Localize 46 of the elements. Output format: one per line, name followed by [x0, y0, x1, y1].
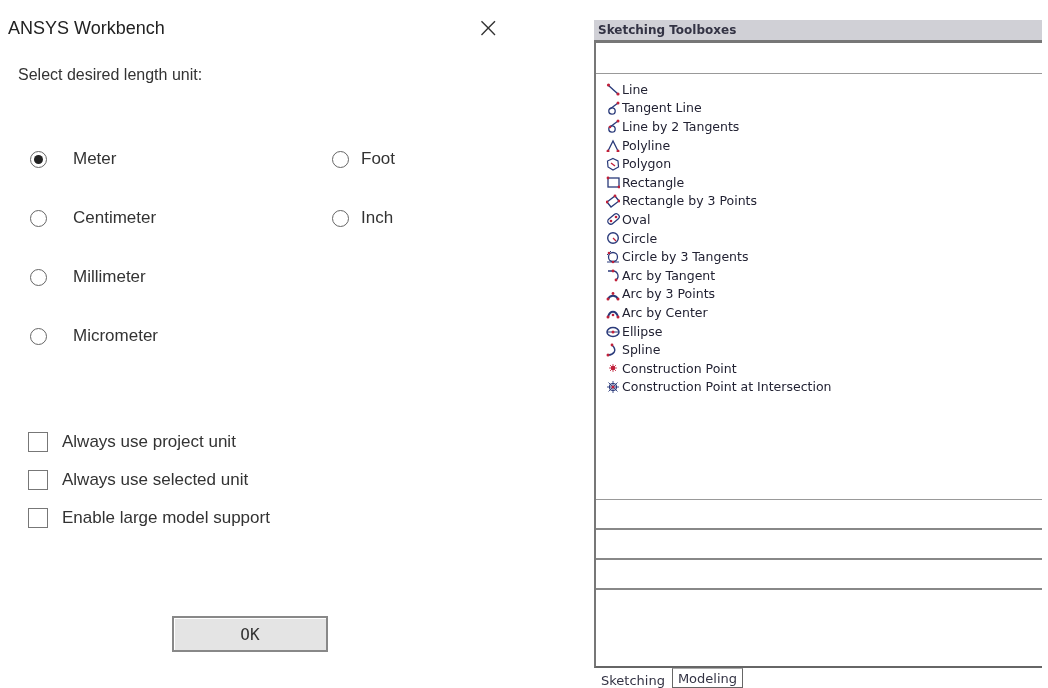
checkbox[interactable] — [28, 432, 48, 452]
radio-label: Centimeter — [73, 208, 157, 228]
tab[interactable]: Modeling — [671, 668, 744, 688]
tool-item[interactable]: Spline — [622, 342, 661, 358]
radio-label: Micrometer — [73, 326, 158, 346]
tool-item[interactable]: Ellipse — [622, 323, 663, 339]
radio-label: Meter — [73, 149, 117, 169]
line-icon — [606, 82, 620, 97]
intersection-point-icon — [606, 379, 620, 394]
tool-item[interactable]: Tangent Line — [622, 100, 702, 116]
rectangle-icon — [606, 175, 620, 190]
close-button[interactable]: × — [476, 16, 500, 40]
tangent-line-icon — [606, 119, 620, 134]
ok-button[interactable]: OK — [172, 616, 328, 652]
radio-label: Millimeter — [73, 267, 146, 287]
polyline-icon — [606, 138, 620, 153]
checkbox[interactable] — [28, 470, 48, 490]
tool-item[interactable]: Arc by Tangent — [622, 267, 716, 283]
polygon-icon — [606, 156, 620, 171]
tool-item[interactable]: Rectangle by 3 Points — [622, 193, 758, 209]
tool-item[interactable]: Line by 2 Tangents — [622, 119, 740, 134]
prompt-text: Select desired length unit: — [18, 66, 204, 84]
ellipse-icon — [606, 324, 620, 338]
checkbox[interactable] — [28, 508, 48, 528]
checkbox-label: Enable large model support — [62, 508, 270, 528]
tool-item[interactable]: Rectangle — [622, 174, 685, 190]
tangent-line-icon — [606, 100, 620, 115]
tool-item[interactable]: Oval — [622, 211, 651, 227]
radio-label: Foot — [361, 149, 396, 169]
tool-item[interactable]: Arc by 3 Points — [622, 286, 716, 302]
tool-item[interactable]: Polygon — [622, 156, 672, 172]
radio-label: Inch — [361, 208, 394, 228]
tool-item[interactable]: Circle — [622, 230, 658, 246]
tool-item[interactable]: Arc by Center — [622, 304, 708, 320]
checkbox-label: Always use project unit — [62, 432, 236, 452]
tool-item[interactable]: Circle by 3 Tangents — [622, 249, 749, 265]
tool-item[interactable]: Construction Point at Intersection — [622, 379, 832, 395]
arc-icon — [606, 268, 620, 283]
circle-icon — [606, 231, 620, 246]
tool-item[interactable]: Line — [622, 81, 649, 97]
tool-item[interactable]: Polyline — [622, 137, 671, 153]
tool-item[interactable]: Construction Point — [622, 360, 737, 376]
circle-icon — [606, 249, 620, 264]
panel-header: Sketching Toolboxes — [594, 20, 1042, 43]
checkbox-label: Always use selected unit — [62, 470, 249, 490]
dialog-title: ANSYS Workbench — [8, 17, 165, 39]
